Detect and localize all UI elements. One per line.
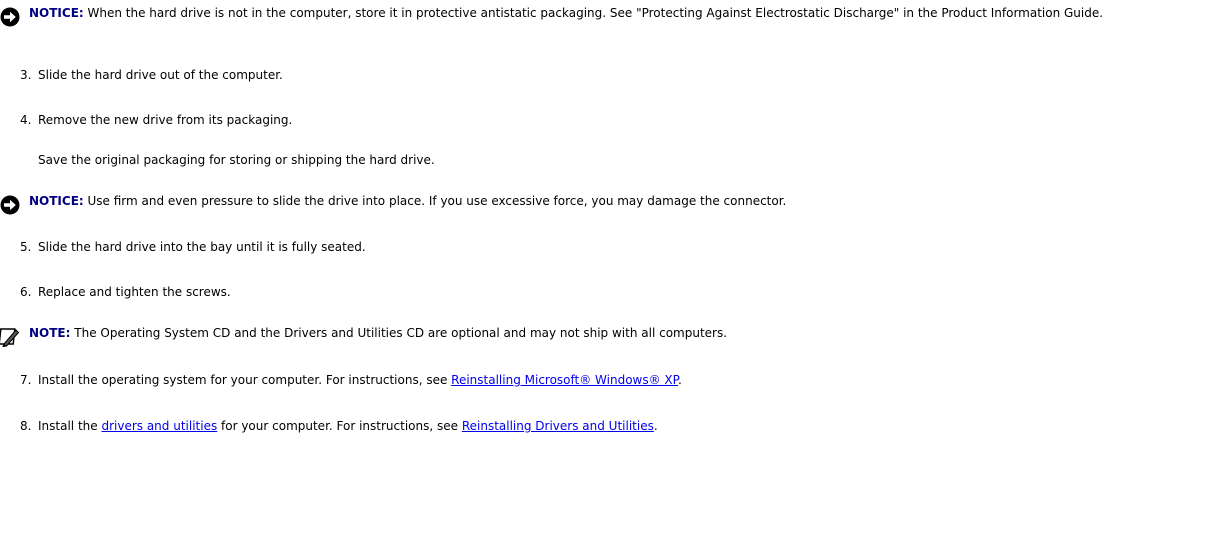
step-number: 8.: [20, 419, 32, 433]
step-8: 8. Install the drivers and utilities for …: [20, 419, 658, 433]
note-callout: NOTE: The Operating System CD and the Dr…: [0, 326, 1189, 348]
step-number: 4.: [20, 113, 32, 127]
notice-arrow-icon: [0, 195, 20, 215]
step-text-end: .: [678, 373, 682, 387]
note-body: The Operating System CD and the Drivers …: [70, 326, 728, 340]
step-text: Slide the hard drive out of the computer…: [38, 68, 283, 82]
step-3: 3. Slide the hard drive out of the comput…: [20, 68, 283, 82]
reinstalling-drivers-link[interactable]: Reinstalling Drivers and Utilities: [462, 419, 654, 433]
step-6: 6. Replace and tighten the screws.: [20, 285, 231, 299]
pencil-note-icon: [0, 327, 20, 348]
notice-label: NOTICE:: [29, 194, 84, 208]
note-text: NOTE: The Operating System CD and the Dr…: [29, 326, 1189, 340]
step-text: for your computer. For instructions, see: [217, 419, 462, 433]
reinstalling-windows-xp-link[interactable]: Reinstalling Microsoft® Windows® XP: [451, 373, 678, 387]
step-text: Install the operating system for your co…: [38, 373, 452, 387]
note-label: NOTE:: [29, 326, 71, 340]
step-text: Remove the new drive from its packaging.: [38, 113, 293, 127]
step-4: 4. Remove the new drive from its packagin…: [20, 113, 292, 127]
notice-body: Use firm and even pressure to slide the …: [83, 194, 787, 208]
step-number: 6.: [20, 285, 32, 299]
step-7: 7. Install the operating system for your …: [20, 373, 682, 387]
notice-label: NOTICE:: [29, 6, 84, 20]
step-5: 5. Slide the hard drive into the bay unti…: [20, 240, 366, 254]
notice-text: NOTICE: When the hard drive is not in th…: [29, 6, 1189, 20]
step-4-note: Save the original packaging for storing …: [38, 153, 435, 167]
step-text: Install the: [38, 419, 102, 433]
notice-callout-2: NOTICE: Use firm and even pressure to sl…: [0, 194, 1189, 215]
step-number: 5.: [20, 240, 32, 254]
drivers-and-utilities-link[interactable]: drivers and utilities: [101, 419, 217, 433]
notice-arrow-icon: [0, 7, 20, 27]
notice-body: When the hard drive is not in the comput…: [83, 6, 1104, 20]
notice-text: NOTICE: Use firm and even pressure to sl…: [29, 194, 1189, 208]
step-number: 3.: [20, 68, 32, 82]
notice-callout-1: NOTICE: When the hard drive is not in th…: [0, 6, 1189, 27]
step-number: 7.: [20, 373, 32, 387]
step-text: Replace and tighten the screws.: [38, 285, 231, 299]
step-text-end: .: [653, 419, 658, 433]
step-text: Slide the hard drive into the bay until …: [38, 240, 366, 254]
